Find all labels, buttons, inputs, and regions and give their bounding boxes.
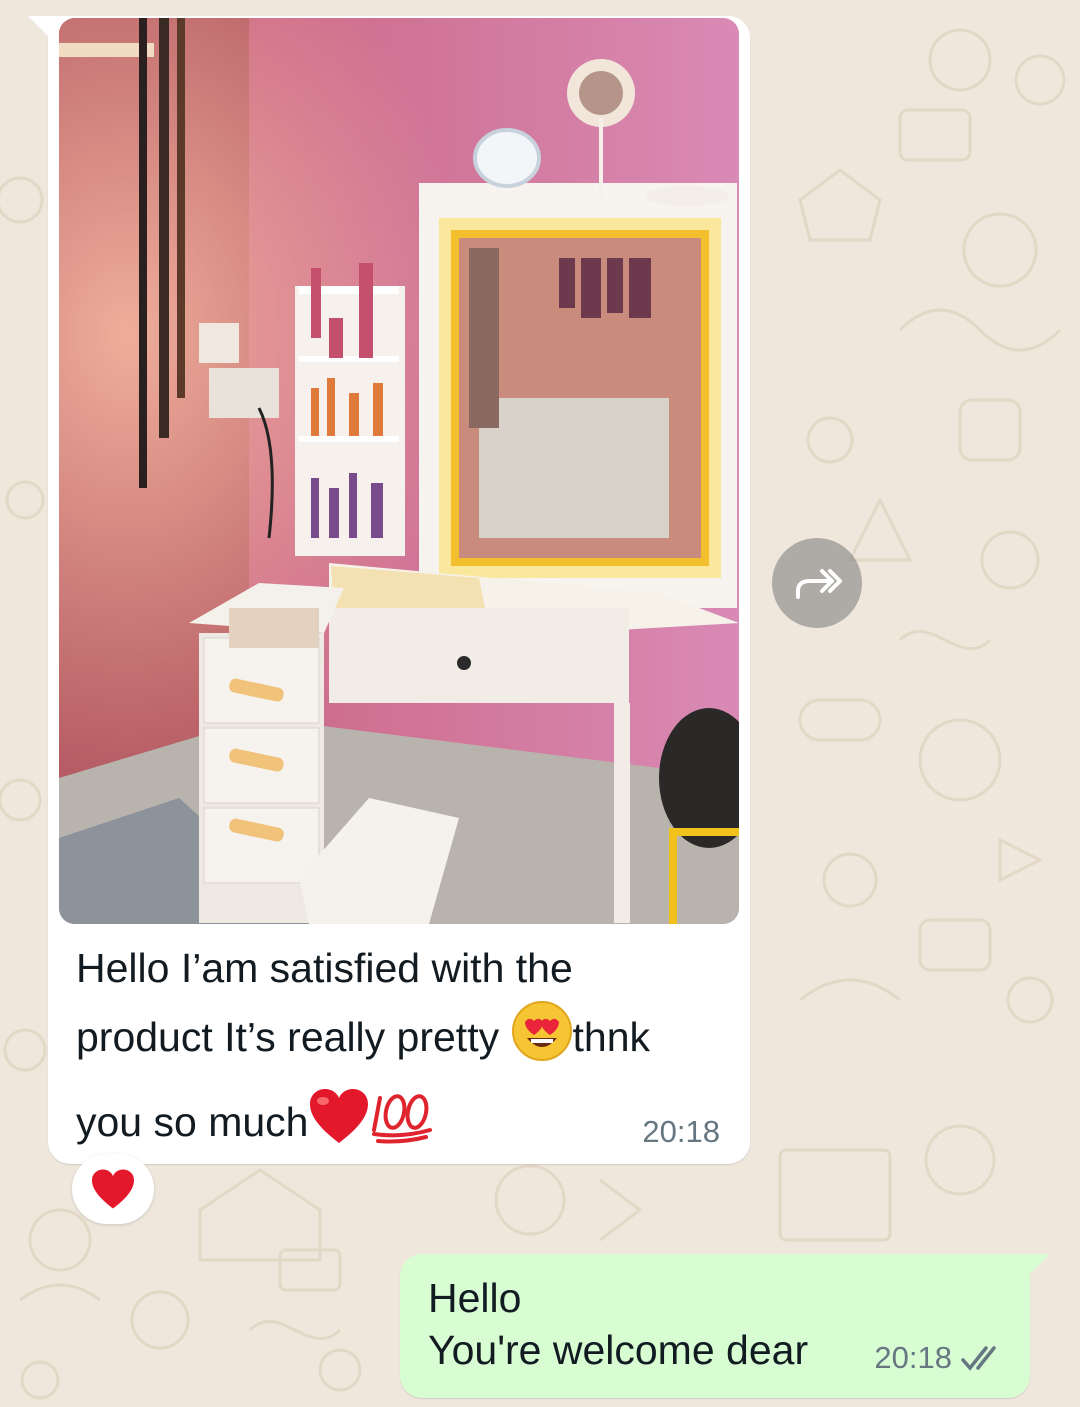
hundred-points-emoji [370,1086,434,1164]
message-caption: Hello I’am satisfied with the product It… [76,936,716,1164]
forward-icon [796,569,842,599]
outgoing-message-bubble[interactable]: Hello You're welcome dear 20:18 [400,1254,1050,1398]
message-text: Hello You're welcome dear [428,1272,808,1376]
caption-line-1: Hello I’am satisfied with the [76,945,573,991]
caption-text: you so much [76,1098,309,1145]
double-check-icon [961,1346,996,1371]
message-line-1: Hello [428,1275,522,1321]
message-timestamp: 20:18 [642,1114,720,1149]
bubble-tail [1026,1254,1050,1278]
heart-eyes-emoji [511,1000,573,1080]
caption-text: product It’s really pretty [76,1013,500,1060]
message-timestamp: 20:18 [874,1340,952,1375]
forward-button[interactable] [772,538,862,628]
caption-text: thnk [572,1013,651,1060]
incoming-message-bubble[interactable]: Hello I’am satisfied with the product It… [28,16,750,1164]
red-heart-icon [92,1169,134,1209]
caption-line-3: you so much [76,1086,716,1164]
heart-reaction[interactable] [72,1154,154,1224]
bubble-tail [28,16,52,40]
message-photo[interactable] [59,18,739,924]
caption-line-2: product It’s really pretty thnk [76,1000,716,1080]
red-heart-emoji [308,1087,370,1163]
message-line-2: You're welcome dear [428,1327,809,1373]
message-meta: 20:18 [874,1340,1006,1376]
